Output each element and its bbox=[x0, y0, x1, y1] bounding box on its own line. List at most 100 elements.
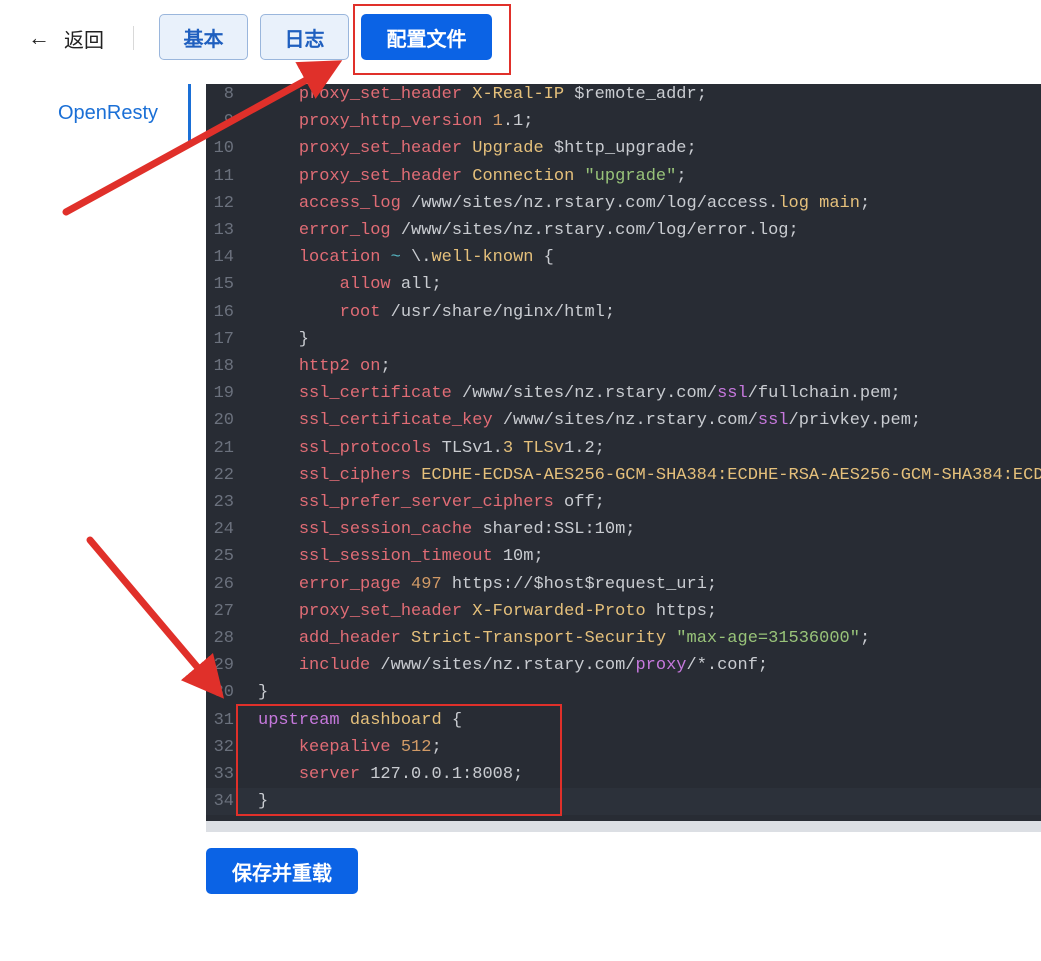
code-line[interactable]: 33 server 127.0.0.1:8008; bbox=[206, 761, 1041, 788]
code-line[interactable]: 13 error_log /www/sites/nz.rstary.com/lo… bbox=[206, 217, 1041, 244]
sidebar-item-openresty[interactable]: OpenResty bbox=[58, 102, 158, 125]
code-line[interactable]: 25 ssl_session_timeout 10m; bbox=[206, 543, 1041, 570]
code-text: ssl_prefer_server_ciphers off; bbox=[258, 489, 605, 516]
code-line[interactable]: 23 ssl_prefer_server_ciphers off; bbox=[206, 489, 1041, 516]
code-line[interactable]: 28 add_header Strict-Transport-Security … bbox=[206, 625, 1041, 652]
code-text: http2 on; bbox=[258, 353, 391, 380]
line-number: 9 bbox=[223, 112, 234, 132]
code-line[interactable]: 29 include /www/sites/nz.rstary.com/prox… bbox=[206, 652, 1041, 679]
code-token: /www/sites/nz.rstary.com/log/access. bbox=[400, 193, 779, 213]
code-token: /www/sites/nz.rstary.com/log/error.log; bbox=[390, 221, 799, 240]
code-line[interactable]: 16 root /usr/share/nginx/html; bbox=[206, 299, 1041, 326]
line-number: 30 bbox=[213, 683, 234, 703]
code-editor[interactable]: 8 proxy_set_header X-Real-IP $remote_add… bbox=[206, 84, 1041, 821]
divider bbox=[133, 26, 134, 50]
line-number: 15 bbox=[213, 275, 234, 295]
back-button[interactable]: ← 返回 bbox=[28, 22, 104, 54]
code-line[interactable]: 14 location ~ \.well-known { bbox=[206, 244, 1041, 271]
code-line[interactable]: 15 allow all; bbox=[206, 271, 1041, 298]
code-line[interactable]: 32 keepalive 512; bbox=[206, 734, 1041, 761]
line-number: 21 bbox=[213, 438, 234, 458]
code-line[interactable]: 27 proxy_set_header X-Forwarded-Proto ht… bbox=[206, 598, 1041, 625]
code-line[interactable]: 34} bbox=[206, 788, 1041, 816]
horizontal-scrollbar[interactable] bbox=[206, 821, 1041, 832]
line-number: 17 bbox=[213, 329, 234, 349]
code-token: ssl bbox=[717, 384, 748, 404]
line-number: 18 bbox=[213, 357, 234, 376]
line-number: 12 bbox=[213, 193, 234, 213]
code-token: well-known bbox=[431, 248, 534, 268]
code-token: Strict-Transport-Security bbox=[411, 629, 667, 648]
code-line[interactable]: 12 access_log /www/sites/nz.rstary.com/l… bbox=[206, 190, 1041, 217]
tab-basic[interactable]: 基本 bbox=[159, 14, 248, 60]
save-and-reload-button[interactable]: 保存并重载 bbox=[206, 848, 358, 894]
code-line[interactable]: 18 http2 on; bbox=[206, 353, 1041, 380]
code-line[interactable]: 31 upstream dashboard { bbox=[206, 707, 1041, 734]
code-token: access_log bbox=[298, 193, 401, 213]
code-line[interactable]: 10 proxy_set_header Upgrade $http_upgrad… bbox=[206, 135, 1041, 162]
code-line[interactable]: 22 ssl_ciphers ECDHE-ECDSA-AES256-GCM-SH… bbox=[206, 462, 1041, 489]
code-token: proxy_set_header bbox=[298, 166, 463, 186]
code-line[interactable]: 19 ssl_certificate /www/sites/nz.rstary.… bbox=[206, 380, 1041, 407]
code-token: error_log bbox=[298, 221, 391, 240]
code-token: off; bbox=[553, 493, 605, 512]
code-line[interactable]: 21 ssl_protocols TLSv1.3 TLSv1.2; bbox=[206, 435, 1041, 462]
code-token: 497 bbox=[411, 574, 442, 594]
code-line[interactable]: 26 error_page 497 https://$host$request_… bbox=[206, 571, 1041, 598]
code-token: location bbox=[298, 248, 381, 268]
code-token: https; bbox=[645, 601, 718, 621]
code-token: $remote_addr; bbox=[564, 85, 707, 104]
code-token: ssl_session_timeout bbox=[298, 547, 493, 567]
code-line[interactable]: 24 ssl_session_cache shared:SSL:10m; bbox=[206, 516, 1041, 543]
code-text: location ~ \.well-known { bbox=[258, 244, 554, 271]
code-token: \. bbox=[400, 248, 432, 268]
code-token: Connection bbox=[472, 166, 575, 186]
code-line[interactable]: 20 ssl_certificate_key /www/sites/nz.rst… bbox=[206, 407, 1041, 434]
code-text: ssl_ciphers ECDHE-ECDSA-AES256-GCM-SHA38… bbox=[258, 462, 1041, 489]
code-token: ; bbox=[380, 357, 391, 376]
code-text: } bbox=[258, 679, 268, 706]
code-token: $http_upgrade; bbox=[543, 139, 697, 159]
code-token: "max-age=31536000" bbox=[676, 629, 860, 648]
code-token: proxy bbox=[635, 656, 687, 676]
code-text: include /www/sites/nz.rstary.com/proxy/*… bbox=[258, 652, 768, 679]
code-token: 512 bbox=[400, 737, 432, 757]
code-token: ; bbox=[859, 193, 871, 213]
code-token: proxy_set_header bbox=[298, 139, 463, 159]
code-text: error_page 497 https://$host$request_uri… bbox=[258, 571, 717, 598]
tab-config-file[interactable]: 配置文件 bbox=[361, 14, 492, 60]
code-text: proxy_set_header Connection "upgrade"; bbox=[258, 163, 687, 190]
code-line[interactable]: 9 proxy_http_version 1.1; bbox=[206, 108, 1041, 135]
code-token: /www/sites/nz.rstary.com/ bbox=[451, 384, 718, 404]
code-line[interactable]: 17 } bbox=[206, 326, 1041, 353]
top-bar: ← 返回 基本 日志 配置文件 bbox=[0, 0, 1041, 80]
code-line[interactable]: 30} bbox=[206, 679, 1041, 706]
code-token: } bbox=[258, 683, 269, 703]
code-line[interactable]: 8 proxy_set_header X-Real-IP $remote_add… bbox=[206, 84, 1041, 108]
code-token: all; bbox=[390, 275, 442, 295]
tab-logs[interactable]: 日志 bbox=[260, 14, 349, 60]
code-line[interactable]: 11 proxy_set_header Connection "upgrade"… bbox=[206, 163, 1041, 190]
code-token: /privkey.pem; bbox=[788, 411, 922, 431]
code-text: ssl_session_cache shared:SSL:10m; bbox=[258, 516, 636, 543]
code-token: log main bbox=[778, 193, 860, 213]
